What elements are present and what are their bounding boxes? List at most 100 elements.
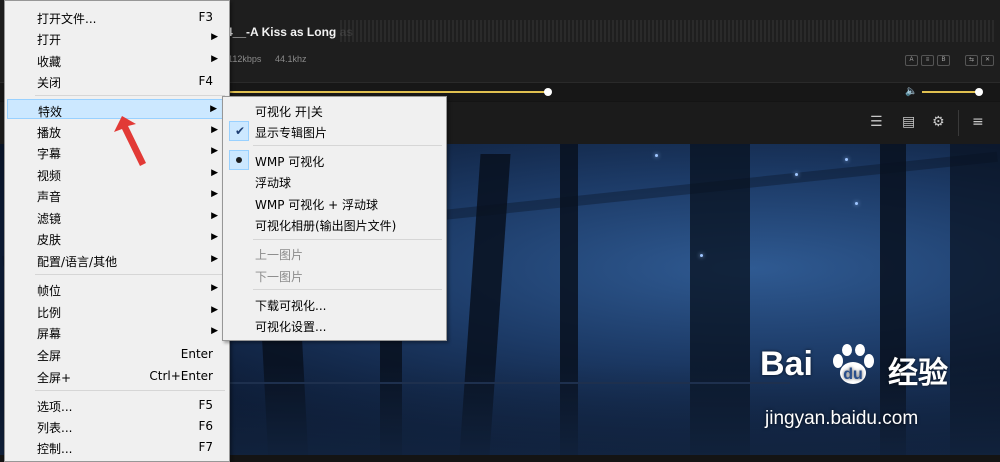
menu-item-label: 收藏: [37, 55, 62, 69]
mode-buttons: A ≡ B ⇆ ✕: [905, 55, 994, 66]
menu-item-label: 配置/语言/其他: [37, 255, 118, 269]
submenu-arrow-icon: ▶: [211, 54, 218, 64]
menu-item-label: 浮动球: [255, 176, 292, 190]
lyrics-icon[interactable]: ▤: [902, 114, 915, 130]
menu-item-label: 上一图片: [255, 248, 304, 262]
menu-item-shortcut: F5: [198, 398, 213, 412]
submenu-arrow-icon: ▶: [211, 211, 218, 221]
volume-handle[interactable]: [975, 88, 983, 96]
menu-item-shortcut: F7: [198, 440, 213, 454]
menu-item-label: 特效: [38, 105, 63, 119]
submenu-arrow-icon: ▶: [211, 254, 218, 264]
firefly: [855, 202, 858, 205]
submenu-item-show-album-art[interactable]: ✔ 显示专辑图片: [225, 121, 444, 141]
menu-item-label: 选项...: [37, 400, 73, 414]
firefly: [700, 254, 703, 257]
menu-item-label: 可视化相册(输出图片文件): [255, 219, 397, 233]
menu-item-close[interactable]: 关闭 F4: [7, 71, 227, 91]
submenu-item-visual-album[interactable]: 可视化相册(输出图片文件): [225, 214, 444, 234]
svg-text:du: du: [843, 366, 863, 383]
check-icon: ✔: [235, 124, 246, 138]
submenu-item-floating-ball[interactable]: 浮动球: [225, 171, 444, 191]
menu-item-label: 帧位: [37, 284, 62, 298]
menu-item-shortcut: F6: [198, 419, 213, 433]
menu-item-control[interactable]: 控制... F7: [7, 437, 227, 457]
menu-item-ratio[interactable]: 比例 ▶: [7, 301, 227, 321]
menu-item-skins[interactable]: 皮肤 ▶: [7, 228, 227, 248]
seek-handle[interactable]: [544, 88, 552, 96]
menu-item-frame[interactable]: 帧位 ▶: [7, 279, 227, 299]
menu-item-playlist[interactable]: 列表... F6: [7, 416, 227, 436]
menu-item-shortcut: Ctrl+Enter: [149, 369, 213, 383]
menu-item-label: 全屏+: [37, 371, 72, 385]
effects-submenu: 可视化 开|关 ✔ 显示专辑图片 WMP 可视化 浮动球 WMP 可视化 + 浮…: [222, 96, 447, 341]
submenu-item-visualization-settings[interactable]: 可视化设置...: [225, 315, 444, 335]
submenu-item-wmp-visualization[interactable]: WMP 可视化: [225, 150, 444, 170]
toolbar-divider: [958, 110, 959, 136]
menu-item-open-file[interactable]: 打开文件... F3: [7, 7, 227, 27]
menu-item-screen[interactable]: 屏幕 ▶: [7, 322, 227, 342]
menu-item-filters[interactable]: 滤镜 ▶: [7, 207, 227, 227]
menu-item-label: 皮肤: [37, 233, 62, 247]
volume-icon[interactable]: 🔈: [905, 86, 917, 97]
submenu-item-next-image: 下一图片: [225, 265, 444, 285]
red-arrow-annotation-icon: [114, 116, 146, 166]
menu-item-label: 关闭: [37, 76, 62, 90]
repeat-button[interactable]: ⇆: [965, 55, 978, 66]
menu-icon[interactable]: ≡: [972, 114, 984, 130]
menu-item-label: WMP 可视化 + 浮动球: [255, 198, 378, 212]
submenu-arrow-icon: ▶: [211, 32, 218, 42]
menu-item-label: 声音: [37, 190, 62, 204]
firefly: [655, 154, 658, 157]
submenu-arrow-icon: ▶: [211, 125, 218, 135]
menu-separator: [253, 239, 442, 240]
menu-item-label: 可视化设置...: [255, 320, 327, 334]
submenu-arrow-icon: ▶: [211, 305, 218, 315]
menu-item-shortcut: Enter: [180, 347, 213, 361]
menu-item-fullscreen-plus[interactable]: 全屏+ Ctrl+Enter: [7, 366, 227, 386]
menu-item-options[interactable]: 选项... F5: [7, 395, 227, 415]
paw-logo-icon: du: [833, 344, 874, 384]
menu-separator: [253, 145, 442, 146]
menu-separator: [35, 274, 225, 275]
menu-item-label: WMP 可视化: [255, 155, 325, 169]
seek-bar[interactable]: [222, 91, 548, 93]
menu-item-shortcut: F3: [198, 10, 213, 24]
menu-item-label: 屏幕: [37, 327, 62, 341]
submenu-item-download-visualization[interactable]: 下载可视化...: [225, 294, 444, 314]
submenu-arrow-icon: ▶: [211, 168, 218, 178]
submenu-item-wmp-plus-ball[interactable]: WMP 可视化 + 浮动球: [225, 193, 444, 213]
menu-item-label: 显示专辑图片: [255, 126, 328, 140]
menu-separator: [35, 95, 225, 96]
submenu-arrow-icon: ▶: [210, 104, 217, 114]
menu-item-audio[interactable]: 声音 ▶: [7, 185, 227, 205]
menu-item-label: 打开文件...: [37, 12, 97, 26]
menu-item-label: 比例: [37, 306, 62, 320]
submenu-arrow-icon: ▶: [211, 146, 218, 156]
menu-item-label: 下载可视化...: [255, 299, 327, 313]
menu-item-config[interactable]: 配置/语言/其他 ▶: [7, 250, 227, 270]
search-list-icon[interactable]: ☰: [870, 114, 883, 130]
menu-item-label: 列表...: [37, 421, 73, 435]
submenu-item-visualization-toggle[interactable]: 可视化 开|关: [225, 100, 444, 120]
menu-item-label: 播放: [37, 126, 62, 140]
settings-gear-icon[interactable]: ⚙: [932, 114, 945, 130]
track-title: 4__-A Kiss as Long as: [226, 25, 353, 39]
context-menu: 打开文件... F3 打开 ▶ 收藏 ▶ 关闭 F4 特效 ▶ 播放 ▶ 字幕 …: [4, 0, 230, 462]
firefly: [795, 173, 798, 176]
mode-button-list[interactable]: ≡: [921, 55, 934, 66]
menu-item-shortcut: F4: [198, 74, 213, 88]
menu-item-favorites[interactable]: 收藏 ▶: [7, 50, 227, 70]
submenu-arrow-icon: ▶: [211, 283, 218, 293]
menu-item-label: 视频: [37, 169, 62, 183]
mode-button-b[interactable]: B: [937, 55, 950, 66]
menu-separator: [253, 289, 442, 290]
menu-item-label: 可视化 开|关: [255, 105, 323, 119]
mode-button-a[interactable]: A: [905, 55, 918, 66]
menu-item-label: 打开: [37, 33, 62, 47]
menu-item-label: 下一图片: [255, 270, 304, 284]
volume-slider[interactable]: [922, 91, 978, 93]
menu-item-fullscreen[interactable]: 全屏 Enter: [7, 344, 227, 364]
menu-item-open[interactable]: 打开 ▶: [7, 28, 227, 48]
shuffle-button[interactable]: ✕: [981, 55, 994, 66]
